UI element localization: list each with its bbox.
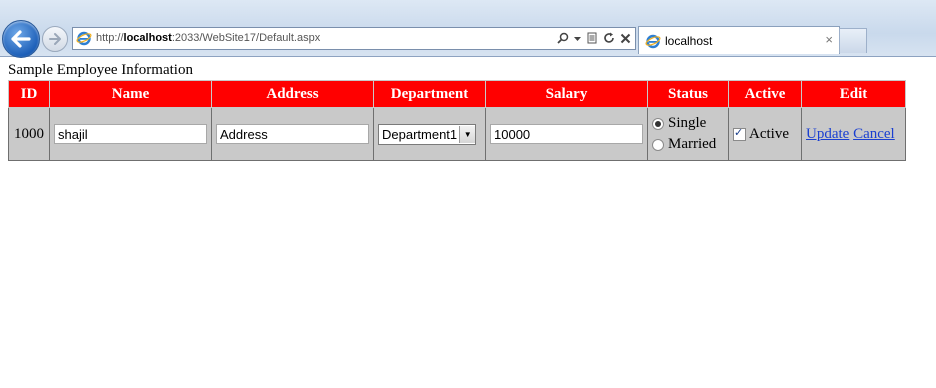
column-header-edit[interactable]: Edit (801, 80, 906, 108)
column-header-name[interactable]: Name (49, 80, 212, 108)
cell-edit: Update Cancel (801, 107, 906, 161)
department-select[interactable]: Department1 ▼ (378, 123, 477, 145)
chevron-down-icon[interactable]: ▼ (459, 125, 476, 143)
address-bar-icons (557, 30, 631, 46)
status-option-single[interactable]: Single (652, 113, 724, 134)
browser-chrome: http://localhost:2033/WebSite17/Default.… (0, 0, 936, 58)
tab-title: localhost (665, 34, 713, 48)
column-header-department[interactable]: Department (373, 80, 486, 108)
cell-status: Single Married (647, 107, 729, 161)
header-row: ID Name Address Department Salary Status… (8, 80, 906, 108)
cell-id: 1000 (8, 107, 50, 161)
tab-localhost[interactable]: localhost × (638, 26, 840, 54)
cancel-link[interactable]: Cancel (853, 126, 895, 142)
forward-button[interactable] (42, 26, 68, 52)
married-radio[interactable] (652, 138, 664, 151)
close-icon[interactable]: × (825, 32, 833, 47)
name-input[interactable] (54, 124, 207, 144)
address-bar[interactable]: http://localhost:2033/WebSite17/Default.… (72, 27, 636, 50)
update-link[interactable]: Update (806, 126, 849, 142)
married-label: Married (668, 136, 717, 152)
column-header-salary[interactable]: Salary (485, 80, 648, 108)
active-label: Active (749, 125, 789, 142)
column-header-id[interactable]: ID (8, 80, 50, 108)
status-option-married[interactable]: Married (652, 134, 724, 155)
ie-logo-icon (76, 31, 92, 46)
back-button[interactable] (2, 20, 40, 58)
cell-department: Department1 ▼ (373, 107, 486, 161)
active-checkbox[interactable] (733, 126, 746, 141)
back-arrow-icon (11, 30, 31, 48)
new-tab-button[interactable] (839, 28, 867, 53)
column-header-address[interactable]: Address (211, 80, 374, 108)
ie-logo-icon (645, 34, 661, 49)
employee-grid: ID Name Address Department Salary Status… (8, 80, 906, 161)
single-label: Single (668, 115, 707, 131)
active-option[interactable]: Active (733, 126, 797, 143)
page-title: Sample Employee Information (8, 62, 193, 78)
url-text: http://localhost:2033/WebSite17/Default.… (96, 32, 321, 44)
dropdown-icon[interactable] (574, 32, 581, 44)
cell-name (49, 107, 212, 161)
address-input[interactable] (216, 124, 369, 144)
cell-address (211, 107, 374, 161)
table-row: 1000 Department1 ▼ Single (8, 107, 906, 161)
stop-icon[interactable] (620, 33, 631, 44)
forward-arrow-icon (49, 33, 61, 45)
salary-input[interactable] (490, 124, 643, 144)
cell-active: Active (728, 107, 802, 161)
department-select-value: Department1 (382, 126, 458, 142)
search-icon[interactable] (557, 32, 569, 44)
refresh-icon[interactable] (603, 32, 615, 44)
compatibility-icon[interactable] (586, 32, 598, 44)
single-radio[interactable] (652, 117, 664, 130)
cell-salary (485, 107, 648, 161)
column-header-active[interactable]: Active (728, 80, 802, 108)
column-header-status[interactable]: Status (647, 80, 729, 108)
